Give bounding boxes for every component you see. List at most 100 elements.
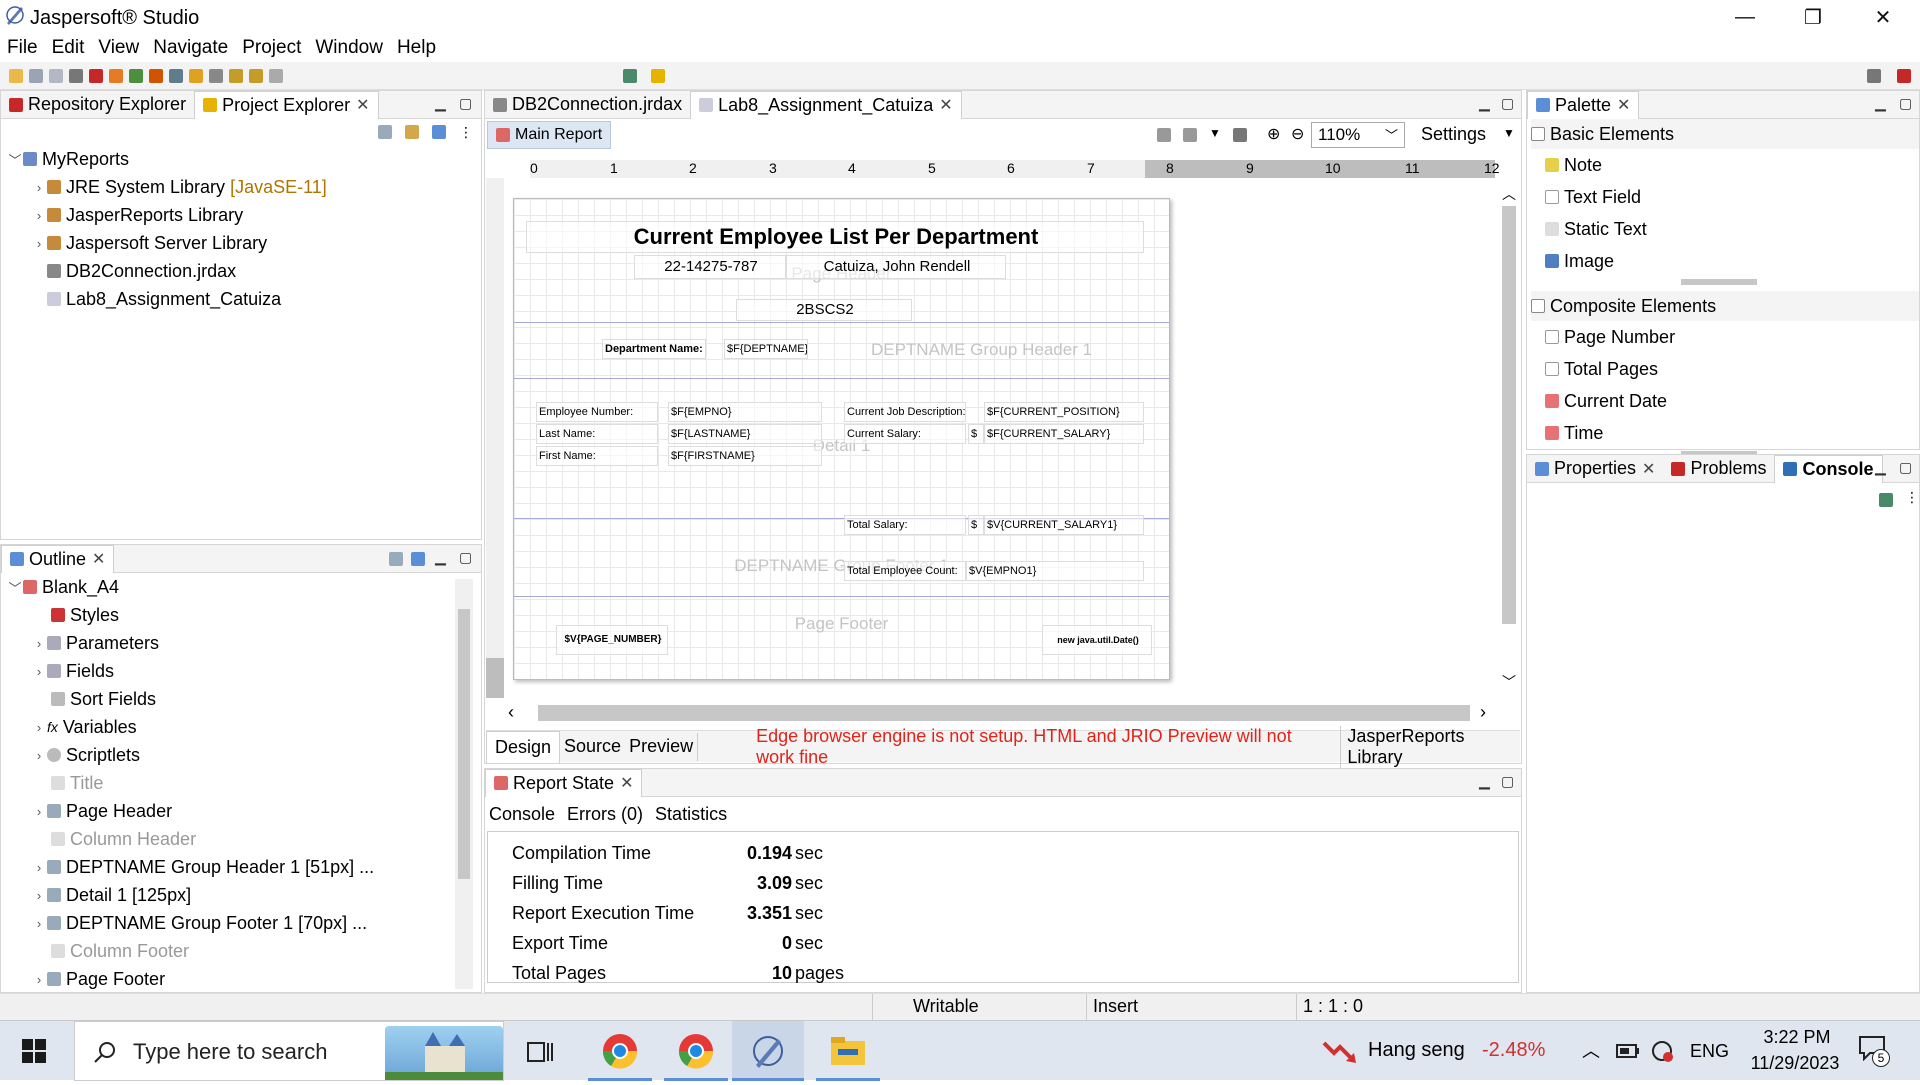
windows-start-icon[interactable] (22, 1039, 46, 1063)
save-icon[interactable] (29, 68, 43, 83)
chevron-right-icon[interactable]: › (31, 636, 47, 651)
jaspersoft-perspective-icon[interactable] (1897, 68, 1911, 83)
chevron-down-icon[interactable]: ▼ (1503, 126, 1515, 140)
subtab-statistics[interactable]: Statistics (655, 804, 727, 825)
menu-view[interactable]: View (91, 34, 146, 62)
open-perspective-icon[interactable] (623, 68, 637, 83)
minimize-icon[interactable]: ▁ (435, 95, 446, 112)
tab-design[interactable]: Design (486, 730, 561, 763)
tree-item-db2connection[interactable]: DB2Connection.jrdax (7, 257, 481, 285)
chevron-right-icon[interactable]: › (31, 748, 47, 763)
task-view-icon[interactable] (526, 1039, 554, 1065)
outline-item[interactable]: Title (7, 769, 481, 797)
tree-item-server-lib[interactable]: › Jaspersoft Server Library (7, 229, 481, 257)
outline-item[interactable]: › Scriptlets (7, 741, 481, 769)
filter-icon[interactable] (432, 125, 446, 139)
emp-no-label[interactable]: Employee Number: (536, 402, 658, 422)
chevron-down-icon[interactable]: ﹀ (7, 150, 23, 169)
first-name-label[interactable]: First Name: (536, 446, 658, 466)
minimize-icon[interactable]: ▁ (1875, 459, 1886, 476)
tree-item-jre[interactable]: › JRE System Library [JavaSE-11] (7, 173, 481, 201)
tab-outline[interactable]: Outline ✕ (1, 544, 115, 573)
open-console-icon[interactable] (1879, 493, 1893, 507)
minimize-icon[interactable]: ▁ (1479, 95, 1490, 112)
palette-section-basic[interactable]: Basic Elements (1531, 119, 1919, 149)
view-menu-icon[interactable]: ⋮ (459, 124, 473, 141)
back-icon[interactable] (229, 68, 243, 83)
collapse-icon[interactable] (389, 552, 403, 566)
minimize-icon[interactable]: ▁ (1875, 95, 1886, 112)
palette-item-time[interactable]: Time (1531, 417, 1919, 449)
salary-label[interactable]: Current Salary: (844, 424, 966, 444)
total-count-label[interactable]: Total Employee Count: (844, 561, 966, 581)
tab-source[interactable]: Source (560, 733, 625, 761)
compile-icon[interactable] (109, 68, 123, 83)
page-number-field[interactable]: $V{PAGE_NUMBER} (556, 625, 668, 655)
palette-item-page-number[interactable]: Page Number (1531, 321, 1919, 353)
taskbar-file-explorer[interactable] (816, 1021, 880, 1081)
menu-edit[interactable]: Edit (45, 34, 92, 62)
salary-field[interactable]: $F{CURRENT_SALARY} (984, 424, 1144, 444)
scroll-thumb[interactable] (458, 609, 470, 879)
tree-item-jasperreports-lib[interactable]: › JasperReports Library (7, 201, 481, 229)
clock-date[interactable]: 11/29/2023 (1740, 1053, 1850, 1074)
outline-item[interactable]: › Page Header (7, 797, 481, 825)
total-salary-label[interactable]: Total Salary: (844, 515, 966, 535)
menu-help[interactable]: Help (390, 34, 443, 62)
taskbar-chrome-2[interactable] (664, 1021, 728, 1081)
notification-center[interactable]: 5 (1858, 1035, 1890, 1067)
menu-file[interactable]: File (0, 34, 45, 62)
run-icon[interactable] (129, 68, 143, 83)
layout-icon[interactable] (1157, 128, 1171, 142)
chevron-right-icon[interactable]: › (31, 208, 47, 223)
outline-item[interactable]: Column Footer (7, 937, 481, 965)
outline-item[interactable]: Column Header (7, 825, 481, 853)
menu-window[interactable]: Window (308, 34, 390, 62)
chevron-up-icon[interactable]: ︿ (1582, 1037, 1600, 1063)
chevron-right-icon[interactable]: › (31, 664, 47, 679)
taskbar-jaspersoft[interactable] (732, 1021, 804, 1081)
tab-project-explorer[interactable]: Project Explorer ✕ (194, 90, 379, 119)
chevron-right-icon[interactable]: › (31, 916, 47, 931)
tab-lab8[interactable]: Lab8_Assignment_Catuiza ✕ (690, 90, 962, 119)
outline-item[interactable]: › DEPTNAME Group Footer 1 [70px] ... (7, 909, 481, 937)
maximize-icon[interactable]: ▢ (1501, 773, 1514, 790)
total-salary-sign[interactable]: $ (968, 515, 984, 535)
print-icon[interactable] (69, 68, 83, 83)
close-icon[interactable]: ✕ (620, 773, 633, 793)
battery-icon[interactable] (1616, 1043, 1640, 1059)
palette-item-total-pages[interactable]: Total Pages (1531, 353, 1919, 385)
perspective-icon[interactable] (1867, 68, 1881, 83)
first-name-field[interactable]: $F{FIRSTNAME} (668, 446, 822, 466)
student-id[interactable]: 22-14275-787 (634, 255, 786, 279)
language-indicator[interactable]: ENG (1690, 1041, 1729, 1062)
chevron-right-icon[interactable]: › (1480, 702, 1486, 723)
pin-icon[interactable] (651, 68, 665, 83)
maximize-icon[interactable]: ▢ (459, 95, 472, 112)
chevron-down-icon[interactable]: ﹀ (7, 578, 23, 597)
save-all-icon[interactable] (49, 68, 63, 83)
chevron-right-icon[interactable]: › (31, 804, 47, 819)
publish-icon[interactable] (149, 68, 163, 83)
outline-item[interactable]: › DEPTNAME Group Header 1 [51px] ... (7, 853, 481, 881)
close-icon[interactable]: ✕ (92, 549, 105, 569)
search-box[interactable]: Type here to search (74, 1021, 504, 1081)
tab-console[interactable]: Console (1774, 454, 1883, 483)
view-menu-icon[interactable]: ⋮ (1905, 489, 1919, 506)
tab-repository-explorer[interactable]: Repository Explorer (1, 91, 194, 119)
tree-item-lab8[interactable]: Lab8_Assignment_Catuiza (7, 285, 481, 313)
subtab-console[interactable]: Console (489, 804, 555, 825)
tab-problems[interactable]: Problems (1663, 455, 1774, 483)
palette-item-note[interactable]: Note (1531, 149, 1919, 181)
clock-time[interactable]: 3:22 PM (1752, 1027, 1842, 1048)
outline-item[interactable]: › fx Variables (7, 713, 481, 741)
total-salary-field[interactable]: $V{CURRENT_SALARY1} (984, 515, 1144, 535)
maximize-icon[interactable]: ▢ (1501, 95, 1514, 112)
close-icon[interactable]: ✕ (1617, 95, 1630, 115)
job-field[interactable]: $F{CURRENT_POSITION} (984, 402, 1144, 422)
forward-icon[interactable] (249, 68, 263, 83)
nav-icon[interactable] (269, 68, 283, 83)
emp-no-field[interactable]: $F{EMPNO} (668, 402, 822, 422)
salary-sign[interactable]: $ (968, 424, 984, 444)
palette-section-composite[interactable]: Composite Elements (1531, 291, 1919, 321)
